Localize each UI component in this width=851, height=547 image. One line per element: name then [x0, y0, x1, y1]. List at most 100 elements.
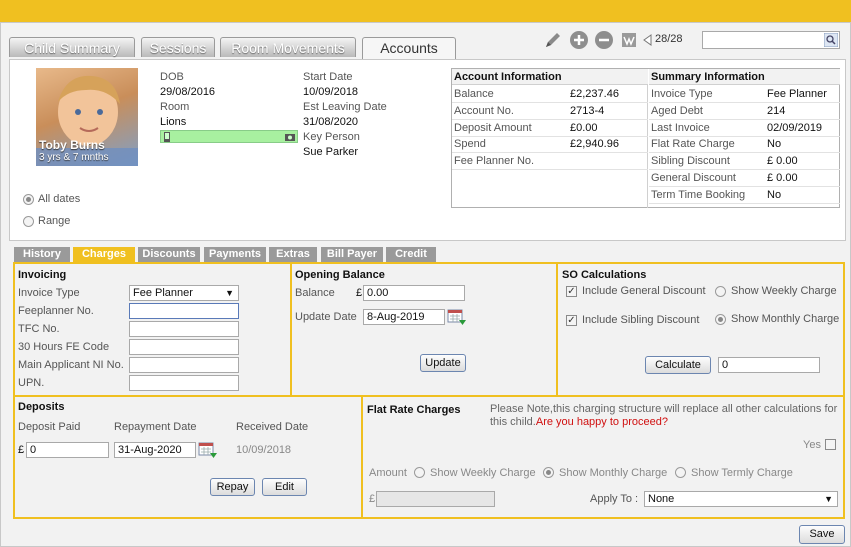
add-icon[interactable] — [569, 30, 589, 50]
balance-label: Balance — [295, 287, 335, 299]
subtab-charges[interactable]: Charges — [73, 247, 135, 262]
table-row: Fee Planner No. — [452, 153, 648, 171]
row-value: £ 0.00 — [767, 155, 798, 168]
table-row: Last Invoice 02/09/2019 — [649, 120, 840, 137]
pencil-icon[interactable] — [543, 30, 563, 50]
repayment-calendar-icon[interactable] — [198, 441, 218, 459]
apply-to-select[interactable]: None ▼ — [644, 491, 838, 507]
update-date-input[interactable] — [363, 309, 445, 325]
yes-checkbox[interactable] — [825, 439, 836, 450]
row-label: Last Invoice — [651, 121, 710, 134]
previous-record-icon[interactable] — [642, 34, 654, 46]
range-radio[interactable] — [23, 216, 34, 227]
search-input[interactable] — [702, 31, 840, 49]
feeplanner-input[interactable] — [129, 303, 239, 319]
ni-label: Main Applicant NI No. — [18, 359, 124, 371]
save-button[interactable]: Save — [799, 525, 845, 544]
tab-accounts[interactable]: Accounts — [362, 37, 456, 59]
update-button[interactable]: Update — [420, 354, 466, 372]
child-info-panel: Toby Burns 3 yrs & 7 mnths DOB 29/08/201… — [9, 59, 846, 241]
mobile-icon — [164, 132, 170, 142]
row-label: Balance — [454, 88, 494, 100]
account-information: Account Information Balance £2,237.46 Acco… — [452, 69, 648, 208]
table-row: Aged Debt 214 — [649, 103, 840, 120]
subtab-discounts[interactable]: Discounts — [138, 247, 200, 262]
chevron-down-icon: ▼ — [225, 288, 234, 298]
apply-to-label: Apply To : — [590, 493, 639, 505]
flat-rate-warning: Are you happy to proceed? — [535, 416, 668, 428]
general-discount-checkbox[interactable]: ✓ — [566, 286, 577, 297]
subtab-bill-payer[interactable]: Bill Payer — [321, 247, 383, 262]
repayment-date-input[interactable] — [114, 442, 196, 458]
received-date-value: 10/09/2018 — [236, 444, 292, 456]
accounts-frame: Child Summary Sessions Room Movements Ac… — [0, 22, 851, 547]
subtab-payments[interactable]: Payments — [204, 247, 266, 262]
ni-input[interactable] — [129, 357, 239, 373]
subtab-credit[interactable]: Credit — [386, 247, 436, 262]
document-icon[interactable] — [619, 30, 639, 50]
calculate-result-input[interactable] — [718, 357, 820, 373]
tab-child-summary[interactable]: Child Summary — [9, 37, 135, 57]
deposit-currency: £ — [18, 444, 25, 456]
row-label: Account No. — [454, 104, 514, 117]
so-weekly-radio[interactable] — [715, 286, 726, 297]
tfc-input[interactable] — [129, 321, 239, 337]
table-row: Spend £2,940.96 — [452, 136, 648, 154]
remove-icon[interactable] — [594, 30, 614, 50]
table-row: Balance £2,237.46 — [452, 86, 648, 103]
room-color-bar — [160, 130, 298, 143]
row-value: £0.00 — [570, 121, 598, 134]
row-label: Sibling Discount — [651, 155, 730, 168]
row-value: 2713-4 — [570, 104, 605, 117]
row-label: Term Time Booking — [651, 188, 746, 201]
table-row: General Discount £ 0.00 — [649, 170, 840, 187]
key-person-value: Sue Parker — [303, 146, 359, 158]
flat-termly-radio[interactable] — [675, 467, 686, 478]
fe-code-input[interactable] — [129, 339, 239, 355]
search-icon[interactable] — [824, 33, 838, 47]
all-dates-radio[interactable] — [23, 194, 34, 205]
so-calculations-title: SO Calculations — [562, 269, 647, 281]
tab-sessions[interactable]: Sessions — [141, 37, 215, 57]
row-value: 214 — [767, 104, 786, 117]
opening-balance-section: Opening Balance Balance £ Update Date Up… — [292, 264, 558, 397]
room-value: Lions — [160, 116, 187, 128]
charges-panel: Invoicing Invoice Type Fee Planner ▼ Fee… — [13, 262, 845, 519]
leaving-date-label: Est Leaving Date — [303, 101, 387, 113]
subtab-history[interactable]: History — [14, 247, 70, 262]
record-counter: 28/28 — [655, 33, 683, 45]
row-value: £2,940.96 — [570, 138, 619, 151]
sibling-discount-checkbox[interactable]: ✓ — [566, 315, 577, 326]
child-name: Toby Burns — [39, 138, 105, 152]
deposit-paid-label: Deposit Paid — [18, 421, 81, 433]
top-bar — [0, 0, 851, 22]
update-date-label: Update Date — [295, 311, 357, 323]
flat-rate-title: Flat Rate Charges — [367, 404, 461, 416]
sibling-discount-label: Include Sibling Discount — [582, 314, 700, 326]
flat-amount-input[interactable] — [376, 491, 495, 507]
invoicing-section: Invoicing Invoice Type Fee Planner ▼ Fee… — [15, 264, 292, 397]
flat-weekly-radio[interactable] — [414, 467, 425, 478]
deposit-paid-input[interactable] — [26, 442, 109, 458]
invoice-type-select[interactable]: Fee Planner ▼ — [129, 285, 239, 301]
child-age: 3 yrs & 7 mnths — [39, 152, 109, 163]
range-label: Range — [38, 215, 71, 227]
deposits-title: Deposits — [18, 401, 65, 413]
account-summary-box: Account Information Balance £2,237.46 Acco… — [451, 68, 840, 208]
so-monthly-radio[interactable] — [715, 314, 726, 325]
edit-button[interactable]: Edit — [262, 478, 307, 496]
subtab-extras[interactable]: Extras — [269, 247, 317, 262]
invoice-type-label: Invoice Type — [18, 287, 80, 299]
upn-input[interactable] — [129, 375, 239, 391]
row-label: Deposit Amount — [454, 121, 532, 134]
tab-room-movements[interactable]: Room Movements — [220, 37, 356, 57]
calculate-button[interactable]: Calculate — [645, 356, 711, 374]
repay-button[interactable]: Repay — [210, 478, 255, 496]
room-label: Room — [160, 101, 190, 113]
balance-input[interactable] — [363, 285, 465, 301]
flat-weekly-label: Show Weekly Charge — [430, 467, 536, 479]
calendar-icon[interactable] — [447, 308, 467, 326]
row-value: Fee Planner — [767, 88, 827, 100]
flat-monthly-radio[interactable] — [543, 467, 554, 478]
row-value: £2,237.46 — [570, 88, 619, 100]
